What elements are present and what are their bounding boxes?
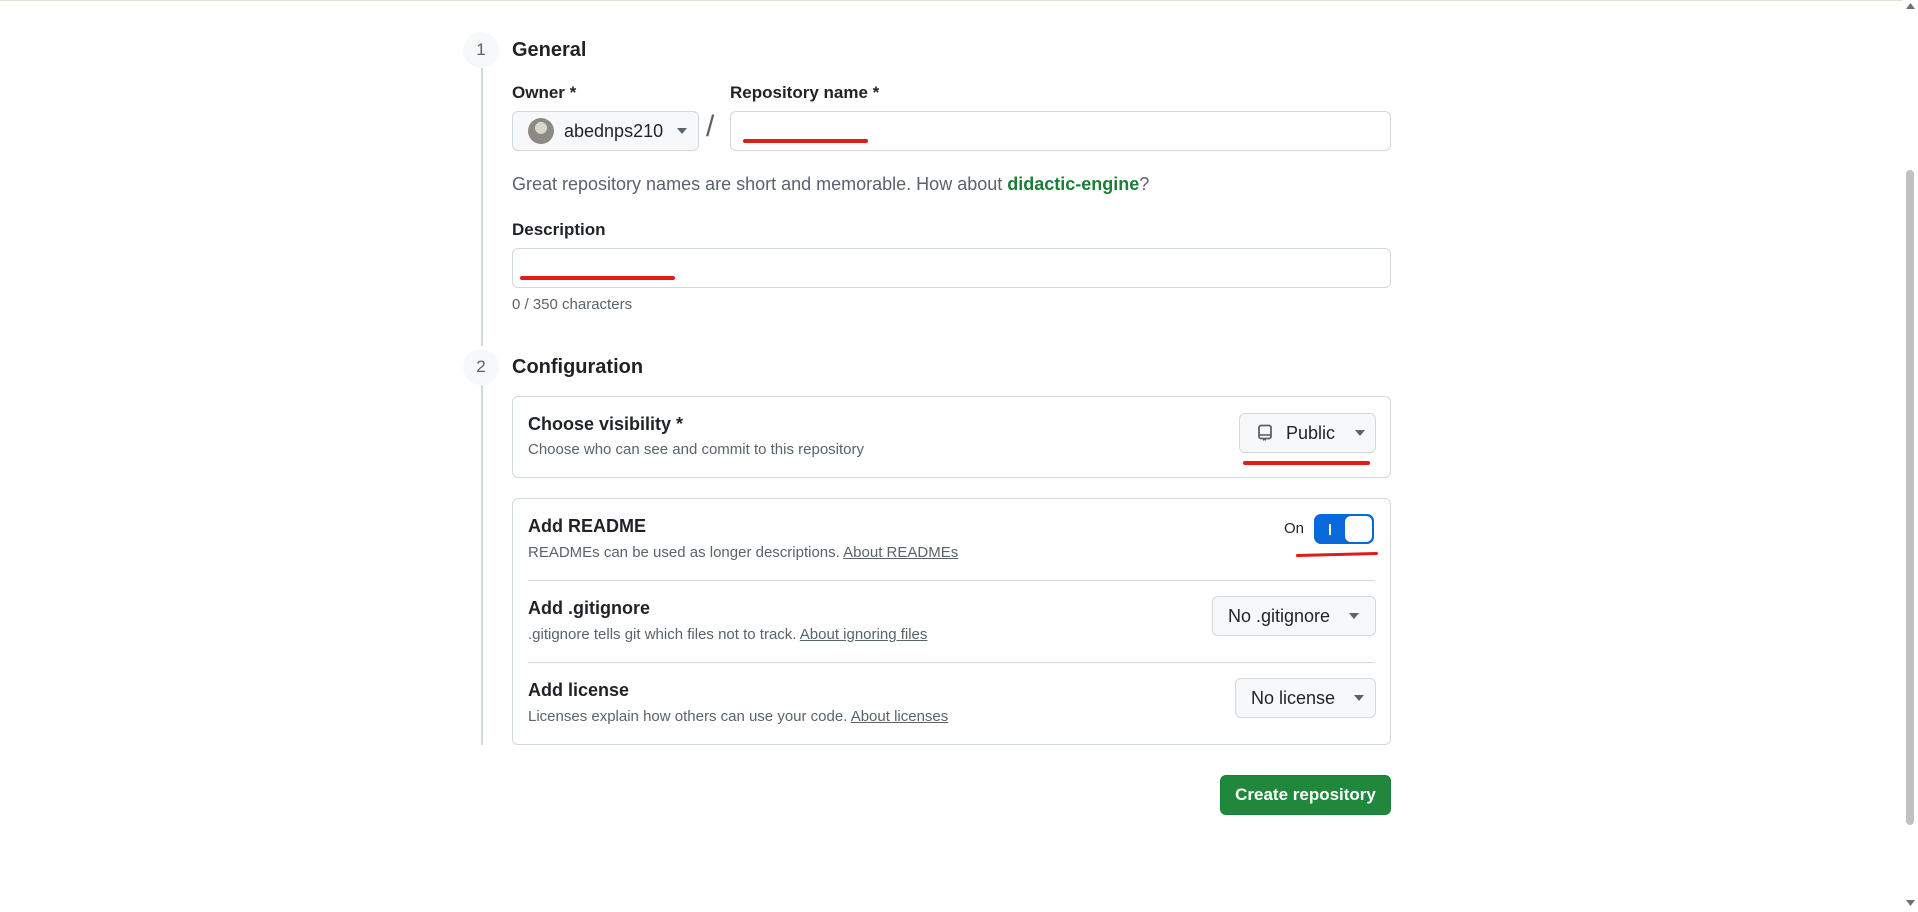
name-suggestion-text: Great repository names are short and mem… bbox=[512, 174, 1150, 194]
step-number-configuration: 2 bbox=[463, 349, 499, 385]
description-label: Description bbox=[512, 220, 606, 239]
chevron-down-icon bbox=[677, 128, 688, 134]
step-connector-line bbox=[481, 68, 483, 346]
about-readmes-link[interactable]: About READMEs bbox=[843, 544, 958, 561]
scrollbar-thumb[interactable] bbox=[1906, 170, 1914, 825]
readme-description: READMEs can be used as longer descriptio… bbox=[528, 544, 959, 561]
row-divider bbox=[528, 662, 1375, 663]
gitignore-value: No .gitignore bbox=[1228, 605, 1331, 626]
owner-repo-separator: / bbox=[706, 110, 715, 143]
row-divider bbox=[528, 580, 1375, 581]
chevron-down-icon bbox=[1354, 695, 1365, 701]
scroll-up-icon[interactable] bbox=[1906, 3, 1915, 9]
avatar bbox=[528, 118, 554, 144]
repository-name-label: Repository name * bbox=[730, 83, 880, 102]
repository-name-input[interactable] bbox=[730, 111, 1391, 151]
license-dropdown[interactable]: No license bbox=[1235, 678, 1376, 718]
create-repository-button[interactable]: Create repository bbox=[1220, 775, 1391, 815]
about-licenses-link[interactable]: About licenses bbox=[851, 708, 949, 725]
readme-toggle-state-label: On bbox=[1284, 520, 1305, 537]
section-title-general: General bbox=[512, 39, 587, 61]
gitignore-title: Add .gitignore bbox=[528, 598, 650, 618]
description-input[interactable] bbox=[512, 248, 1391, 288]
license-title: Add license bbox=[528, 680, 630, 700]
step-connector-line bbox=[481, 385, 483, 745]
owner-dropdown[interactable]: abednps210 bbox=[512, 111, 699, 151]
license-description: Licenses explain how others can use your… bbox=[528, 708, 949, 725]
scroll-down-icon[interactable] bbox=[1906, 900, 1915, 906]
top-border bbox=[0, 0, 1918, 1]
description-char-counter: 0 / 350 characters bbox=[512, 296, 633, 313]
visibility-title: Choose visibility * bbox=[528, 414, 684, 434]
section-title-configuration: Configuration bbox=[512, 356, 644, 378]
about-ignoring-files-link[interactable]: About ignoring files bbox=[800, 626, 928, 643]
owner-name: abednps210 bbox=[564, 120, 664, 141]
suggested-name-link[interactable]: didactic-engine bbox=[1007, 174, 1139, 194]
readme-toggle-switch[interactable] bbox=[1314, 514, 1374, 544]
annotation-underline-repo-name bbox=[743, 139, 868, 143]
annotation-underline-description bbox=[520, 276, 675, 280]
step-number-general: 1 bbox=[463, 32, 499, 68]
chevron-down-icon bbox=[1355, 430, 1366, 436]
readme-title: Add README bbox=[528, 516, 646, 536]
visibility-value: Public bbox=[1286, 422, 1336, 443]
license-value: No license bbox=[1251, 687, 1336, 708]
toggle-knob bbox=[1345, 516, 1372, 542]
chevron-down-icon bbox=[1349, 613, 1360, 619]
visibility-dropdown[interactable]: Public bbox=[1239, 413, 1376, 453]
repo-icon bbox=[1258, 424, 1272, 441]
toggle-on-icon bbox=[1329, 524, 1331, 535]
gitignore-description: .gitignore tells git which files not to … bbox=[528, 626, 928, 643]
visibility-description: Choose who can see and commit to this re… bbox=[528, 441, 864, 458]
owner-label: Owner * bbox=[512, 83, 577, 102]
gitignore-dropdown[interactable]: No .gitignore bbox=[1212, 596, 1376, 636]
annotation-underline-visibility bbox=[1243, 461, 1370, 465]
